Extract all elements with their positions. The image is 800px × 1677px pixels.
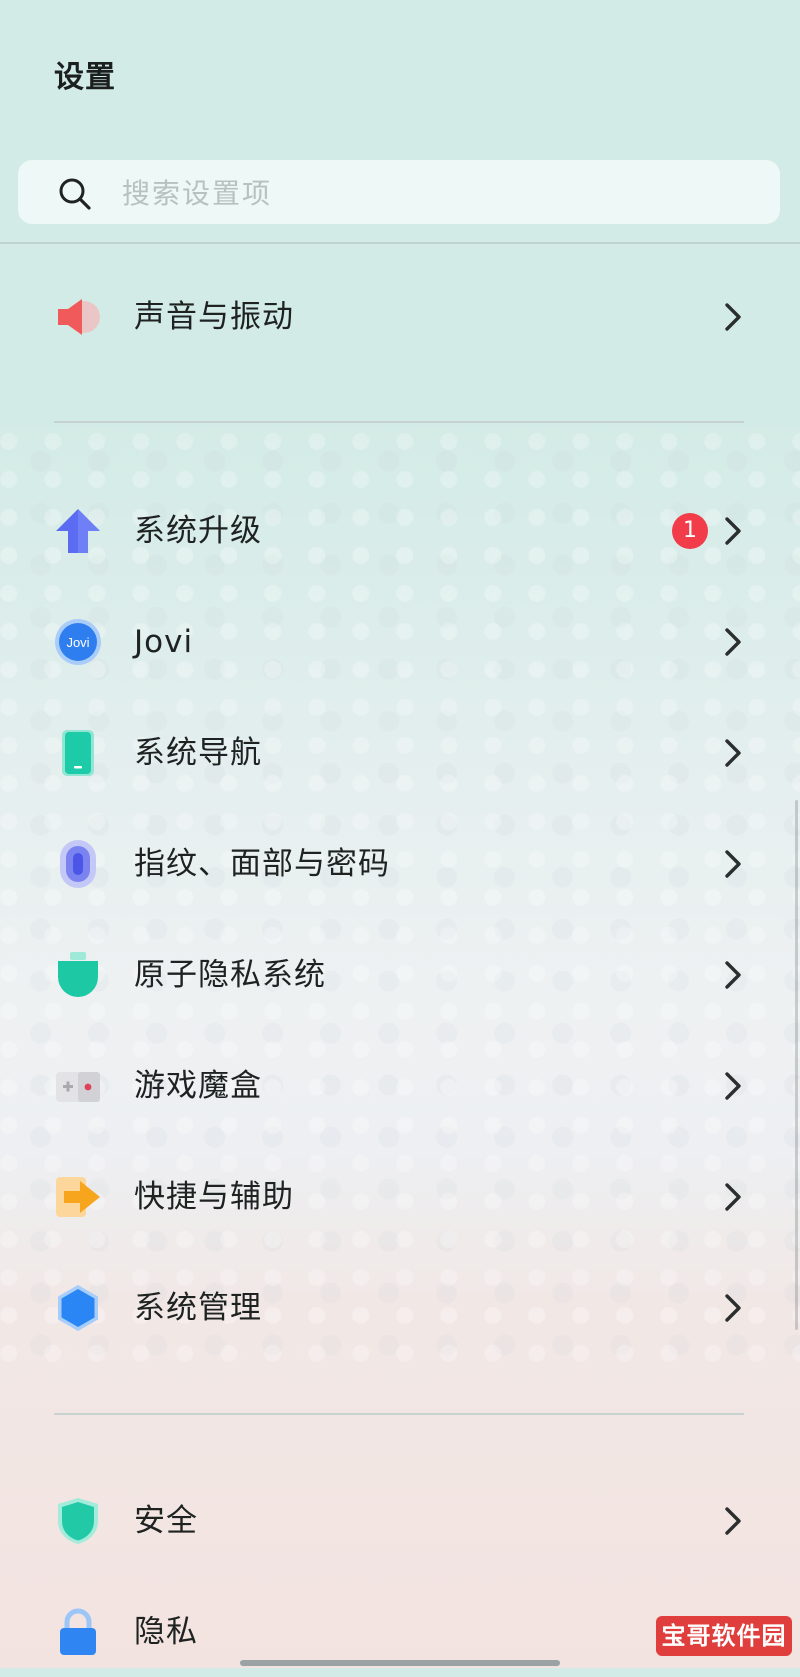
game-box-icon <box>56 1072 100 1102</box>
settings-item-label: 指纹、面部与密码 <box>134 846 390 882</box>
header-divider <box>0 242 800 244</box>
shield-icon <box>58 1498 98 1544</box>
jovi-icon-text: Jovi <box>66 635 89 650</box>
page-title: 设置 <box>54 60 116 95</box>
settings-item-atomic-privacy[interactable]: 原子隐私系统 <box>0 930 800 1020</box>
settings-item-label: 声音与振动 <box>134 299 294 335</box>
settings-item-label: 系统管理 <box>134 1290 262 1326</box>
settings-item-label: 系统升级 <box>134 513 262 549</box>
section-divider <box>54 1413 744 1415</box>
chevron-right-icon <box>725 1507 741 1535</box>
settings-item-jovi[interactable]: Jovi Jovi <box>0 597 800 687</box>
fingerprint-icon <box>60 840 96 888</box>
search-bar[interactable] <box>18 160 780 224</box>
settings-item-game-box[interactable]: 游戏魔盒 <box>0 1041 800 1131</box>
settings-item-sound[interactable]: 声音与振动 <box>0 272 800 362</box>
chevron-right-icon <box>725 303 741 331</box>
watermark-logo: 宝哥软件园 <box>656 1616 792 1656</box>
home-indicator[interactable] <box>240 1660 560 1666</box>
settings-item-security[interactable]: 安全 <box>0 1476 800 1566</box>
chevron-right-icon <box>725 517 741 545</box>
settings-item-system-management[interactable]: 系统管理 <box>0 1263 800 1353</box>
settings-item-shortcuts-accessibility[interactable]: 快捷与辅助 <box>0 1152 800 1242</box>
settings-item-system-upgrade[interactable]: 系统升级 1 <box>0 486 800 576</box>
search-input[interactable] <box>120 170 724 216</box>
chevron-right-icon <box>725 1294 741 1322</box>
chevron-right-icon <box>725 739 741 767</box>
phone-navigation-icon <box>62 730 94 776</box>
notification-badge: 1 <box>672 513 708 549</box>
system-management-icon <box>58 1285 98 1331</box>
chevron-right-icon <box>725 1183 741 1211</box>
jovi-icon: Jovi <box>55 619 101 665</box>
settings-item-label: 游戏魔盒 <box>134 1068 262 1104</box>
chevron-right-icon <box>725 850 741 878</box>
settings-item-label: Jovi <box>134 624 194 660</box>
chevron-right-icon <box>725 961 741 989</box>
settings-item-label: 系统导航 <box>134 735 262 771</box>
atomic-privacy-icon <box>58 952 98 997</box>
shortcut-arrow-icon <box>56 1177 100 1217</box>
chevron-right-icon <box>725 1072 741 1100</box>
settings-item-label: 原子隐私系统 <box>134 957 326 993</box>
chevron-right-icon <box>725 628 741 656</box>
settings-item-fingerprint-face-password[interactable]: 指纹、面部与密码 <box>0 819 800 909</box>
scrollbar[interactable] <box>795 800 798 1330</box>
lock-icon <box>60 1608 96 1655</box>
settings-item-system-navigation[interactable]: 系统导航 <box>0 708 800 798</box>
settings-item-label: 隐私 <box>134 1614 198 1650</box>
speaker-icon <box>58 299 100 335</box>
section-divider <box>54 421 744 423</box>
upgrade-arrow-icon <box>56 509 100 553</box>
settings-item-label: 安全 <box>134 1503 198 1539</box>
settings-item-label: 快捷与辅助 <box>134 1179 294 1215</box>
search-icon <box>59 178 91 210</box>
